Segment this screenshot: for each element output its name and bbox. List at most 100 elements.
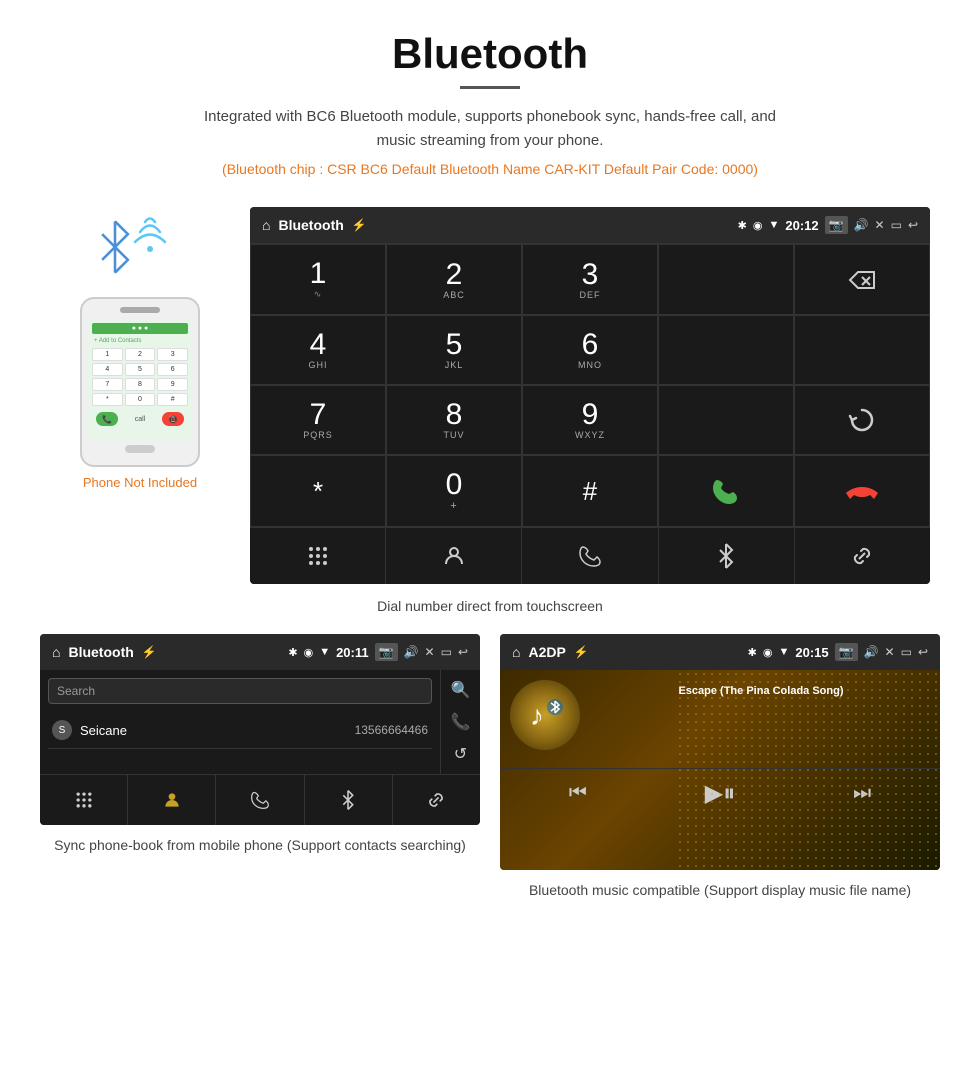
dial-empty-2: [658, 315, 794, 385]
pb-nav-phone[interactable]: [216, 775, 304, 825]
phone-key-0[interactable]: 0: [125, 393, 156, 406]
back-icon[interactable]: ↩: [908, 218, 918, 232]
phonebook-status-left: ⌂ Bluetooth ⚡: [52, 644, 157, 660]
phone-not-included-label: Phone Not Included: [83, 475, 197, 490]
bottom-screenshots: ⌂ Bluetooth ⚡ ✱ ◉ ▼ 20:11 📷 🔊 ✕ ▭ ↩: [0, 634, 980, 901]
backspace-icon: [846, 268, 878, 292]
dial-key-4[interactable]: 4 GHI: [250, 315, 386, 385]
pb-usb-icon: ⚡: [142, 645, 157, 659]
dial-key-6[interactable]: 6 MNO: [522, 315, 658, 385]
dial-end-button[interactable]: [794, 455, 930, 527]
dial-key-3[interactable]: 3 DEF: [522, 244, 658, 315]
close-icon[interactable]: ✕: [875, 218, 885, 232]
dial-key-7[interactable]: 7 PQRS: [250, 385, 386, 455]
pb-wifi-icon: ▼: [319, 646, 330, 658]
volume-icon[interactable]: 🔊: [854, 218, 869, 232]
pb-nav-bluetooth[interactable]: [305, 775, 393, 825]
pb-camera-icon[interactable]: 📷: [375, 643, 398, 661]
car-screen-dialpad: ⌂ Bluetooth ⚡ ✱ ◉ ▼ 20:12 📷 🔊 ✕ ▭ ↩ 1 ∿: [250, 207, 930, 584]
refresh-icon: [848, 406, 876, 434]
music-close-icon[interactable]: ✕: [885, 645, 895, 659]
phone-key-8[interactable]: 8: [125, 378, 156, 391]
phone-key-7[interactable]: 7: [92, 378, 123, 391]
nav-dialpad[interactable]: [250, 528, 386, 584]
phone-key-1[interactable]: 1: [92, 348, 123, 361]
pb-home-icon[interactable]: ⌂: [52, 644, 60, 660]
dial-empty-1: [658, 244, 794, 315]
pb-link-icon: [425, 789, 447, 811]
dial-refresh[interactable]: [794, 385, 930, 455]
phone-call-button[interactable]: 📞: [96, 412, 118, 426]
dial-empty-3: [794, 315, 930, 385]
pb-phone-icon: [250, 790, 270, 810]
pb-nav-contacts[interactable]: [128, 775, 216, 825]
search-bar[interactable]: Search: [48, 678, 432, 704]
music-screen-icon[interactable]: ▭: [901, 645, 912, 659]
dial-empty-4: [658, 385, 794, 455]
pb-nav-link[interactable]: [393, 775, 480, 825]
phone-home-button[interactable]: [125, 445, 155, 453]
contacts-nav-icon: [442, 544, 466, 568]
phone-key-9[interactable]: 9: [157, 378, 188, 391]
contact-row[interactable]: S Seicane 13566664466: [48, 712, 432, 749]
phone-key-hash[interactable]: #: [157, 393, 188, 406]
nav-link[interactable]: [795, 528, 930, 584]
music-volume-icon[interactable]: 🔊: [864, 645, 879, 659]
music-content: ♪ Escape (The Pina Colada Song) ⏮ ▶⏸: [500, 670, 940, 870]
dial-key-5[interactable]: 5 JKL: [386, 315, 522, 385]
dial-key-2[interactable]: 2 ABC: [386, 244, 522, 315]
music-bt-status-icon: ✱: [748, 646, 757, 659]
dial-backspace[interactable]: [794, 244, 930, 315]
phone-key-6[interactable]: 6: [157, 363, 188, 376]
dial-call-button[interactable]: [658, 455, 794, 527]
phone-speaker: [120, 307, 160, 313]
dial-key-0[interactable]: 0 +: [386, 455, 522, 527]
title-divider: [460, 86, 520, 89]
pb-bottom-nav: [40, 774, 480, 825]
contact-number: 13566664466: [355, 723, 428, 737]
music-prev-button[interactable]: ⏮: [569, 782, 587, 805]
dial-key-9[interactable]: 9 WXYZ: [522, 385, 658, 455]
music-caption-text: Bluetooth music compatible (Support disp…: [529, 882, 911, 898]
pb-back-icon[interactable]: ↩: [458, 645, 468, 659]
music-inner-content: ♪ Escape (The Pina Colada Song): [500, 670, 940, 768]
phone-key-4[interactable]: 4: [92, 363, 123, 376]
phone-key-3[interactable]: 3: [157, 348, 188, 361]
dial-key-hash[interactable]: #: [522, 455, 658, 527]
pb-close-icon[interactable]: ✕: [425, 645, 435, 659]
dial-key-star[interactable]: *: [250, 455, 386, 527]
phonebook-status-bar: ⌂ Bluetooth ⚡ ✱ ◉ ▼ 20:11 📷 🔊 ✕ ▭ ↩: [40, 634, 480, 670]
phone-add-contact: + Add to Contacts: [92, 338, 188, 344]
music-time: 20:15: [795, 645, 828, 660]
status-bar-right: ✱ ◉ ▼ 20:12 📷 🔊 ✕ ▭ ↩: [738, 216, 918, 234]
page-header: Bluetooth Integrated with BC6 Bluetooth …: [0, 0, 980, 207]
contact-letter: S: [52, 720, 72, 740]
phone-key-5[interactable]: 5: [125, 363, 156, 376]
home-icon[interactable]: ⌂: [262, 217, 270, 233]
nav-contacts[interactable]: [386, 528, 522, 584]
pb-screen-icon[interactable]: ▭: [441, 645, 452, 659]
refresh-side-icon[interactable]: ↺: [454, 744, 467, 764]
camera-icon[interactable]: 📷: [825, 216, 848, 234]
music-home-icon[interactable]: ⌂: [512, 644, 520, 660]
phone-bottom-bar: 📞 call 📵: [92, 412, 188, 426]
bluetooth-nav-icon: [716, 542, 736, 570]
status-app-name: Bluetooth: [278, 217, 343, 233]
pb-nav-dialpad[interactable]: [40, 775, 128, 825]
phone-side-icon[interactable]: 📞: [451, 712, 471, 732]
music-back-icon[interactable]: ↩: [918, 645, 928, 659]
music-status-right: ✱ ◉ ▼ 20:15 📷 🔊 ✕ ▭ ↩: [748, 643, 928, 661]
search-side-icon[interactable]: 🔍: [451, 680, 471, 700]
phone-key-2[interactable]: 2: [125, 348, 156, 361]
end-call-red-icon: [844, 479, 880, 503]
nav-bluetooth[interactable]: [659, 528, 795, 584]
nav-phone[interactable]: [522, 528, 658, 584]
dial-key-8[interactable]: 8 TUV: [386, 385, 522, 455]
pb-volume-icon[interactable]: 🔊: [404, 645, 419, 659]
dial-key-1[interactable]: 1 ∿: [250, 244, 386, 315]
screen-icon[interactable]: ▭: [891, 218, 902, 232]
phone-key-star[interactable]: *: [92, 393, 123, 406]
phone-end-button[interactable]: 📵: [162, 412, 184, 426]
music-camera-icon[interactable]: 📷: [835, 643, 858, 661]
music-caption: Bluetooth music compatible (Support disp…: [529, 880, 911, 901]
